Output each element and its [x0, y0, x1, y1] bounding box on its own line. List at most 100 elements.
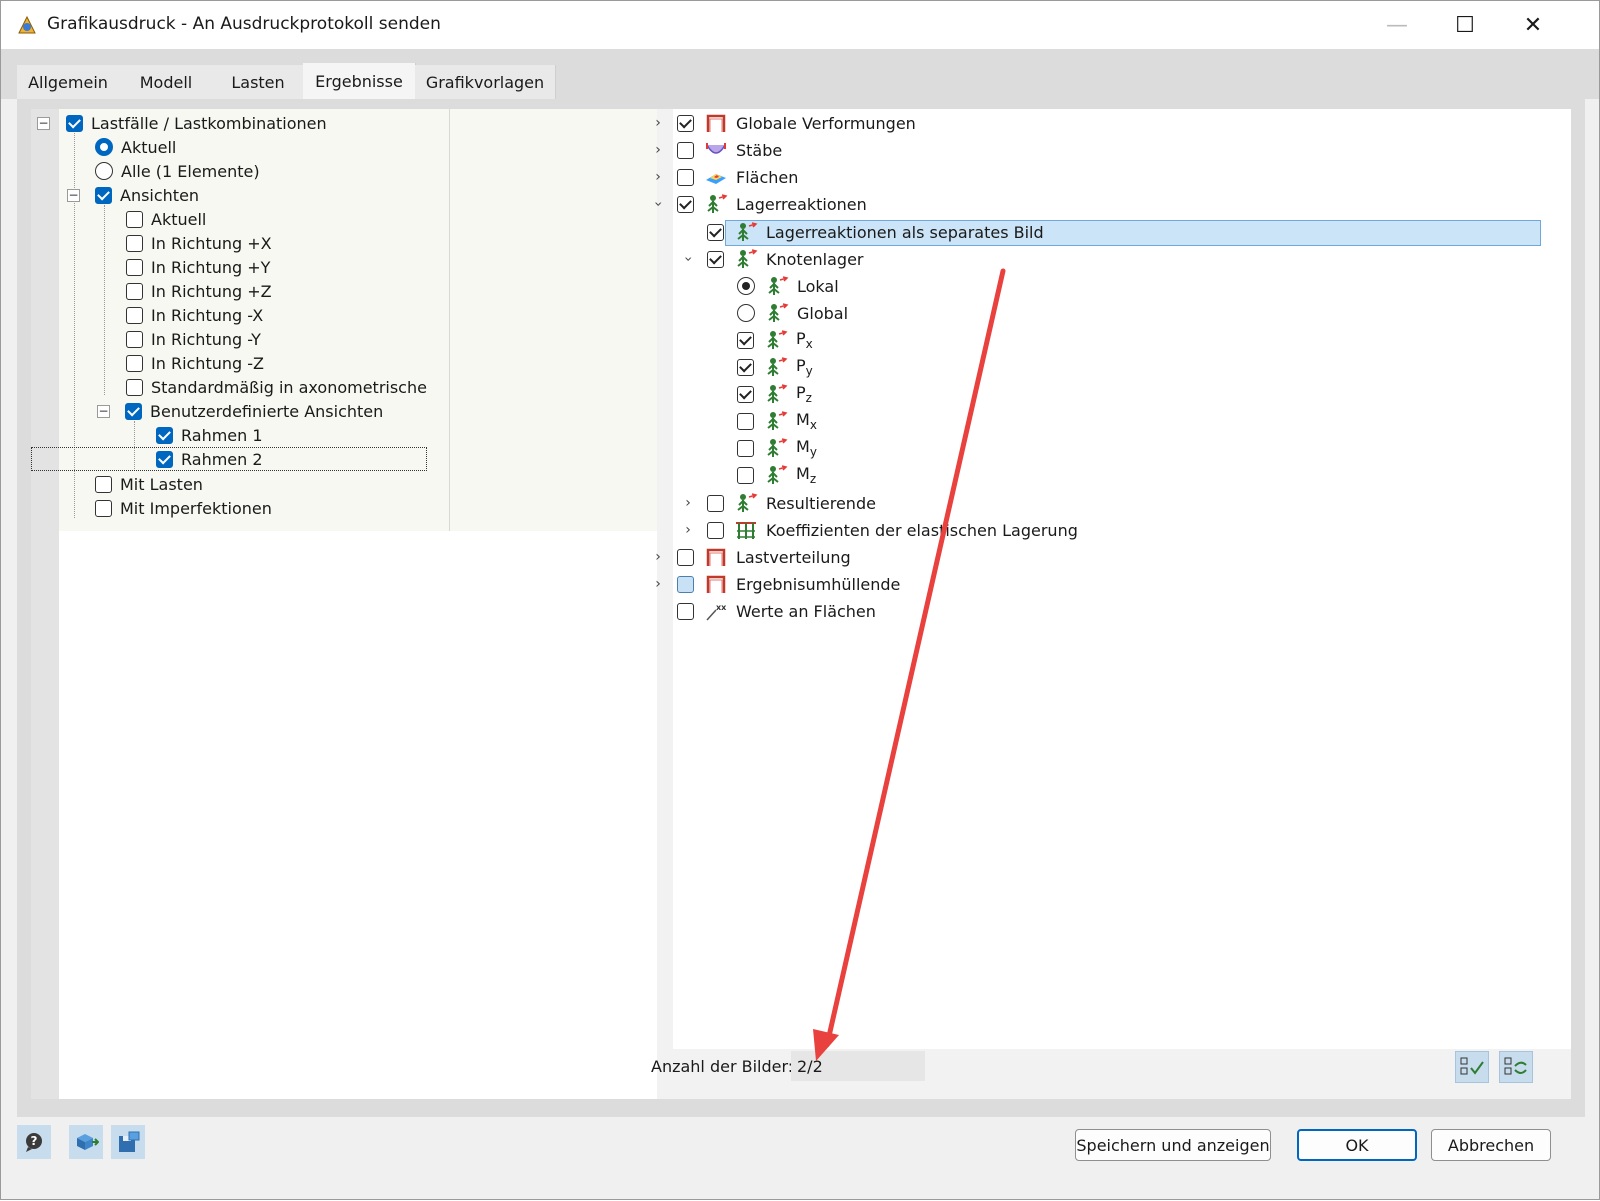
help-button[interactable]: ?	[17, 1125, 51, 1159]
tree-node-mit-imperf[interactable]: Mit Imperfektionen	[95, 496, 272, 520]
koeffizienten-checkbox[interactable]	[707, 521, 724, 539]
view-aktuell-checkbox[interactable]	[126, 210, 143, 228]
global-radio[interactable]	[737, 304, 755, 322]
tab-grafikvorlagen[interactable]: Grafikvorlagen	[415, 65, 556, 99]
pz-checkbox[interactable]	[737, 385, 754, 403]
ansichten-checkbox[interactable]	[95, 186, 112, 204]
tab-ergebnisse[interactable]: Ergebnisse	[303, 63, 416, 99]
lokal-radio[interactable]	[737, 277, 755, 295]
cancel-button[interactable]: Abbrechen	[1431, 1129, 1551, 1161]
tree-node-dir-mz[interactable]: In Richtung -Z	[126, 351, 264, 375]
dir-pz-label: In Richtung +Z	[151, 281, 272, 301]
tree-node-mz[interactable]: Mz	[737, 463, 816, 487]
py-checkbox[interactable]	[737, 358, 754, 376]
chevron-right-icon[interactable]: ›	[681, 495, 695, 511]
knotenlager-label: Knotenlager	[766, 249, 864, 269]
tree-node-separates[interactable]: Lagerreaktionen als separates Bild	[707, 220, 1044, 244]
px-checkbox[interactable]	[737, 331, 754, 349]
lastfaelle-checkbox[interactable]	[66, 114, 83, 132]
ok-button[interactable]: OK	[1297, 1129, 1417, 1161]
werte-checkbox[interactable]	[677, 602, 694, 620]
dir-py-checkbox[interactable]	[126, 258, 143, 276]
dir-pz-checkbox[interactable]	[126, 282, 143, 300]
tree-node-dir-py[interactable]: In Richtung +Y	[126, 255, 270, 279]
tree-node-global[interactable]: Global	[737, 301, 848, 325]
chevron-right-icon[interactable]: ›	[651, 115, 665, 131]
tab-allgemein[interactable]: Allgemein	[17, 65, 120, 99]
tree-node-rahmen1[interactable]: Rahmen 1	[156, 423, 263, 447]
tree-node-px[interactable]: Px	[737, 328, 813, 352]
tree-node-view-aktuell[interactable]: Aktuell	[126, 207, 206, 231]
chevron-right-icon[interactable]: ›	[651, 142, 665, 158]
tree-node-dir-pz[interactable]: In Richtung +Z	[126, 279, 272, 303]
tree-node-rahmen2[interactable]: Rahmen 2	[156, 447, 263, 471]
benutzer-checkbox[interactable]	[125, 402, 142, 420]
px-label-sub: x	[805, 337, 813, 351]
alle-radio[interactable]	[95, 162, 113, 180]
collapse-toggle[interactable]: −	[37, 116, 50, 130]
cube-export-button[interactable]	[69, 1125, 103, 1159]
check-all-button[interactable]	[1455, 1051, 1489, 1083]
tree-node-dir-my[interactable]: In Richtung -Y	[126, 327, 261, 351]
tree-node-werte[interactable]: Werte an Flächen	[677, 599, 876, 623]
chevron-right-icon[interactable]: ›	[651, 169, 665, 185]
mz-checkbox[interactable]	[737, 466, 754, 484]
dir-px-checkbox[interactable]	[126, 234, 143, 252]
tree-node-mx[interactable]: Mx	[737, 409, 817, 433]
tree-node-my[interactable]: My	[737, 436, 817, 460]
my-checkbox[interactable]	[737, 439, 754, 457]
tab-lasten[interactable]: Lasten	[213, 65, 304, 99]
close-button[interactable]: ✕	[1499, 1, 1567, 49]
mx-checkbox[interactable]	[737, 412, 754, 430]
mit-lasten-checkbox[interactable]	[95, 475, 112, 493]
mit-imperf-checkbox[interactable]	[95, 499, 112, 517]
tree-node-standard[interactable]: Standardmäßig in axonometrischer F	[126, 375, 428, 399]
rahmen1-checkbox[interactable]	[156, 426, 173, 444]
lastverteilung-checkbox[interactable]	[677, 548, 694, 566]
dir-mx-checkbox[interactable]	[126, 306, 143, 324]
chevron-down-icon[interactable]: ›	[680, 252, 696, 266]
support-reaction-icon	[734, 492, 758, 514]
save-settings-button[interactable]	[111, 1125, 145, 1159]
mz-label-sub: z	[809, 472, 817, 486]
dir-my-checkbox[interactable]	[126, 330, 143, 348]
tree-node-dir-px[interactable]: In Richtung +X	[126, 231, 272, 255]
tree-node-mit-lasten[interactable]: Mit Lasten	[95, 472, 203, 496]
tab-modell[interactable]: Modell	[119, 65, 214, 99]
tree-node-dir-mx[interactable]: In Richtung -X	[126, 303, 263, 327]
standard-checkbox[interactable]	[126, 378, 143, 396]
anzahl-value: 2/2	[791, 1051, 925, 1081]
chevron-right-icon[interactable]: ›	[681, 522, 695, 538]
chevron-right-icon[interactable]: ›	[651, 576, 665, 592]
rahmen2-checkbox[interactable]	[156, 450, 173, 468]
uncheck-all-button[interactable]	[1499, 1051, 1533, 1083]
separates-checkbox[interactable]	[707, 223, 724, 241]
tree-node-py[interactable]: Py	[737, 355, 813, 379]
flaechen-checkbox[interactable]	[677, 168, 694, 186]
lagerreaktionen-checkbox[interactable]	[677, 195, 694, 213]
ergebnisumh-checkbox[interactable]	[677, 575, 694, 593]
frame-result-icon	[704, 546, 728, 568]
lastverteilung-label: Lastverteilung	[736, 547, 851, 567]
globale-checkbox[interactable]	[677, 114, 694, 132]
resultierende-checkbox[interactable]	[707, 494, 724, 512]
staebe-checkbox[interactable]	[677, 141, 694, 159]
minimize-button[interactable]: —	[1363, 1, 1431, 49]
knotenlager-checkbox[interactable]	[707, 250, 724, 268]
tree-node-pz[interactable]: Pz	[737, 382, 812, 406]
maximize-button[interactable]: ☐	[1431, 1, 1499, 49]
tree-node-lokal[interactable]: Lokal	[737, 274, 839, 298]
collapse-toggle[interactable]: −	[67, 188, 80, 202]
tree-node-lastfaelle: − Lastfälle / Lastkombinationen	[37, 111, 327, 135]
chevron-down-icon[interactable]: ›	[650, 197, 666, 211]
collapse-toggle[interactable]: −	[97, 404, 110, 418]
py-label-sub: y	[805, 364, 813, 378]
radio-alle[interactable]: Alle (1 Elemente)	[95, 159, 260, 183]
aktuell-radio[interactable]	[95, 138, 113, 156]
member-result-icon	[704, 139, 728, 161]
dir-mz-checkbox[interactable]	[126, 354, 143, 372]
radio-aktuell[interactable]: Aktuell	[95, 135, 176, 159]
dialog-window: Grafikausdruck - An Ausdruckprotokoll se…	[0, 0, 1600, 1200]
save-and-show-button[interactable]: Speichern und anzeigen	[1075, 1129, 1271, 1161]
chevron-right-icon[interactable]: ›	[651, 549, 665, 565]
